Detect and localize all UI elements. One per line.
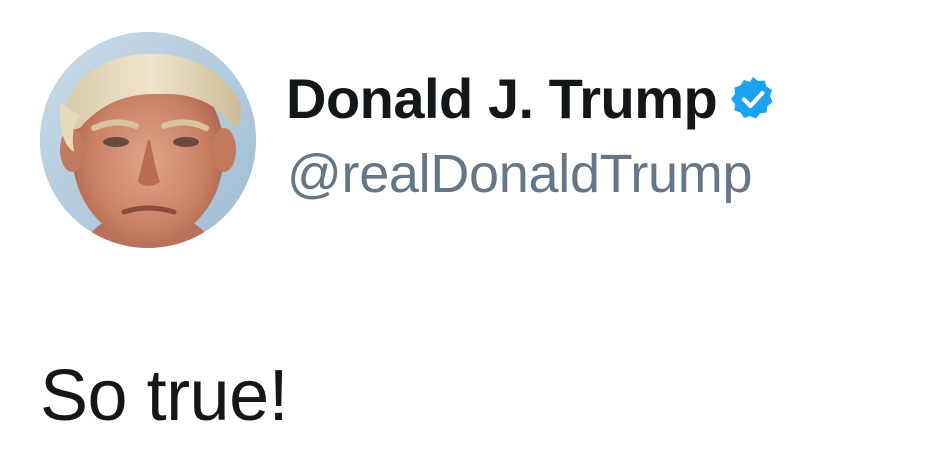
author-avatar[interactable] <box>40 32 256 248</box>
author-handle[interactable]: @realDonaldTrump <box>287 141 753 207</box>
verified-badge-icon <box>729 75 777 123</box>
tweet-text: So true! <box>40 356 289 436</box>
author-display-name[interactable]: Donald J. Trump <box>286 66 718 132</box>
author-name-row: Donald J. Trump <box>286 66 777 132</box>
tweet-card: Donald J. Trump @realDonaldTrump So true… <box>0 0 926 453</box>
avatar-photo <box>40 32 256 248</box>
